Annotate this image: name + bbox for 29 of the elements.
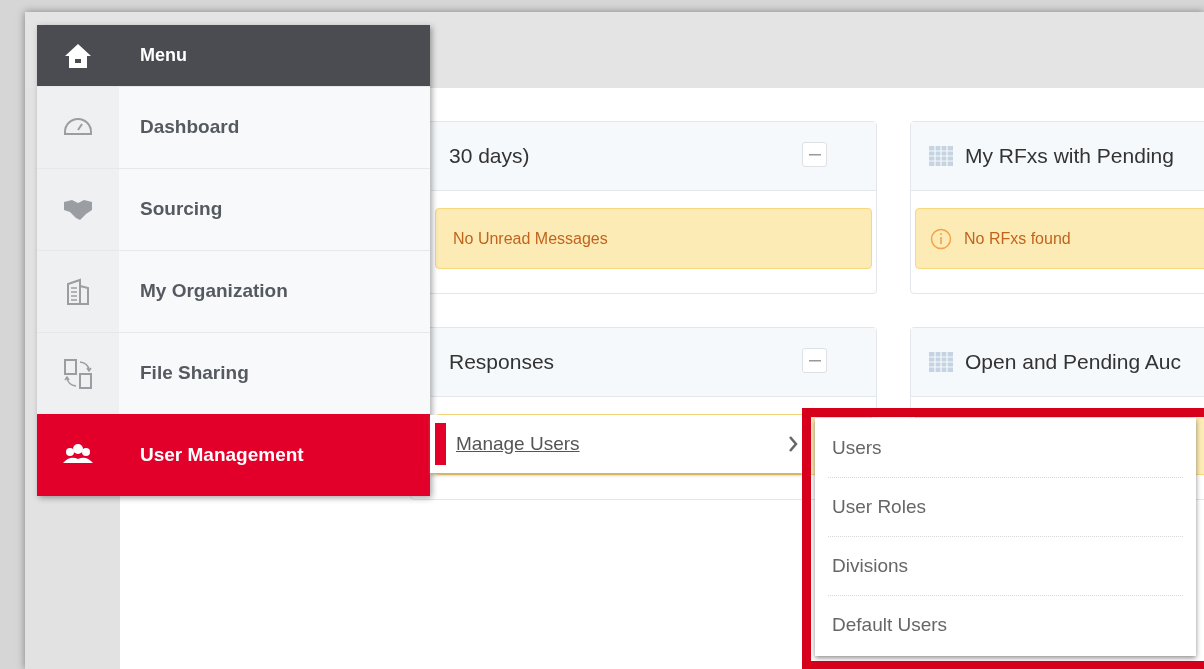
menu-item[interactable]: Sourcing — [37, 168, 430, 250]
table-icon — [929, 352, 953, 372]
file-exchange-icon — [62, 357, 94, 390]
collapse-button[interactable] — [802, 348, 827, 373]
submenu-item[interactable]: Manage Users — [430, 415, 802, 473]
active-marker — [435, 423, 446, 465]
minus-icon — [808, 359, 821, 362]
dropdown-item[interactable]: Divisions — [828, 537, 1183, 596]
dropdown-item[interactable]: User Roles — [828, 478, 1183, 537]
card-title: Open and Pending Auc — [965, 349, 1181, 376]
minus-icon — [808, 153, 821, 156]
dropdown-item[interactable]: Default Users — [828, 596, 1183, 655]
menu-title: Menu — [139, 44, 187, 67]
menu-item[interactable]: My Organization — [37, 250, 430, 332]
collapse-button[interactable] — [802, 142, 827, 167]
card-title: 30 days) — [449, 143, 530, 170]
table-icon — [929, 146, 953, 166]
dropdown-item[interactable]: Users — [828, 419, 1183, 478]
home-icon[interactable] — [64, 41, 92, 70]
info-icon — [930, 227, 952, 250]
menu-item[interactable]: User Management — [37, 414, 430, 496]
menu-item[interactable]: Dashboard — [37, 86, 430, 168]
card-title: Responses — [449, 349, 555, 376]
manage-users-link[interactable]: Manage Users — [456, 429, 788, 459]
alert-message: No Unread Messages — [453, 228, 608, 249]
card-title: My RFxs with Pending — [965, 143, 1174, 170]
alert-message: No RFxs found — [964, 228, 1071, 249]
menu-item[interactable]: File Sharing — [37, 332, 430, 414]
chevron-right-icon — [788, 436, 798, 452]
